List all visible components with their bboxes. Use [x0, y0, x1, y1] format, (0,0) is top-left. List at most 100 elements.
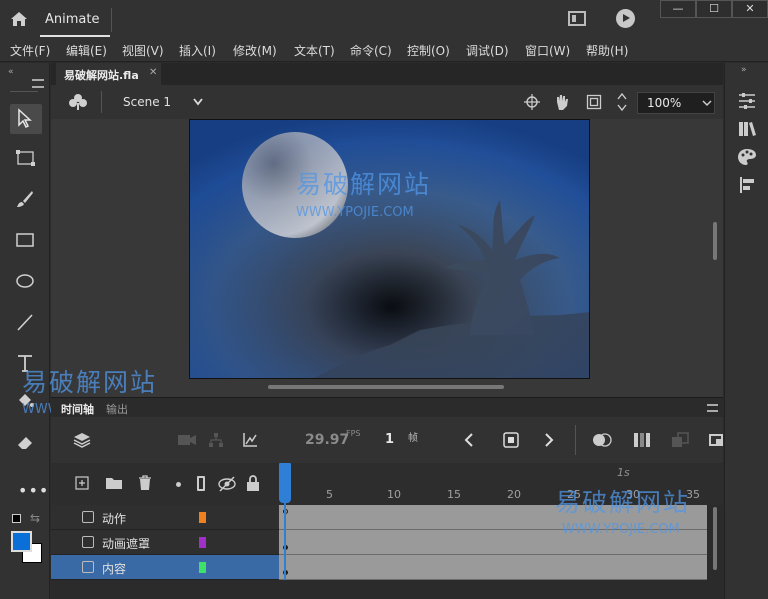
- timeline-vertical-scrollbar[interactable]: [713, 507, 717, 570]
- minimize-button[interactable]: —: [660, 0, 696, 18]
- new-layer-icon[interactable]: [75, 476, 89, 490]
- hand-tool-icon[interactable]: [553, 93, 571, 111]
- layer-parenting-icon[interactable]: [208, 432, 224, 448]
- stage-artwork: [190, 120, 589, 378]
- swap-colors-icon[interactable]: ⇆: [30, 511, 40, 525]
- color-palette-icon[interactable]: [737, 147, 757, 167]
- timeline-menu-icon[interactable]: [707, 404, 718, 412]
- menu-commands[interactable]: 命令(C): [350, 42, 392, 59]
- library-icon[interactable]: [737, 119, 757, 139]
- align-icon[interactable]: [737, 175, 757, 195]
- menu-view[interactable]: 视图(V): [122, 42, 164, 59]
- center-stage-icon[interactable]: [524, 94, 540, 110]
- outline-toggle-icon[interactable]: [197, 476, 205, 491]
- delete-layer-icon[interactable]: [138, 475, 152, 491]
- edit-scene-icon[interactable]: [68, 93, 88, 111]
- free-transform-tool[interactable]: [10, 144, 42, 174]
- insert-keyframe-icon[interactable]: [671, 431, 689, 449]
- edit-multiple-frames-icon[interactable]: [633, 431, 651, 449]
- watermark-text: 易破解网站: [22, 368, 158, 397]
- camera-icon[interactable]: [177, 433, 197, 447]
- brush-tool[interactable]: [10, 185, 42, 215]
- layer-row[interactable]: 动画遮罩: [51, 530, 279, 555]
- eraser-tool[interactable]: [10, 428, 42, 458]
- stage-vertical-scrollbar[interactable]: [713, 222, 717, 260]
- menu-insert[interactable]: 插入(I): [179, 42, 216, 59]
- document-tab[interactable]: 易破解网站.fla ✕: [56, 63, 161, 85]
- zoom-field[interactable]: 100%: [637, 92, 715, 114]
- highlight-layers-icon[interactable]: [176, 482, 181, 487]
- fps-value[interactable]: 29.97: [305, 432, 349, 448]
- clip-content-icon[interactable]: [586, 94, 602, 110]
- stop-icon[interactable]: [502, 431, 520, 449]
- new-folder-icon[interactable]: [105, 476, 123, 490]
- line-tool[interactable]: [10, 308, 42, 338]
- menu-text[interactable]: 文本(T): [294, 42, 335, 59]
- home-icon[interactable]: [9, 9, 29, 29]
- menu-help[interactable]: 帮助(H): [586, 42, 628, 59]
- chevron-down-icon[interactable]: [193, 98, 203, 106]
- workspace-layout-icon[interactable]: [568, 11, 586, 26]
- layer-color-swatch[interactable]: [199, 562, 206, 573]
- insert-frame-icon[interactable]: [709, 433, 723, 447]
- frames-empty: [279, 580, 723, 599]
- stage-header-bar: Scene 1 100%: [51, 85, 723, 119]
- properties-icon[interactable]: [737, 91, 757, 111]
- menu-control[interactable]: 控制(O): [407, 42, 450, 59]
- frame-span[interactable]: [279, 555, 707, 580]
- document-tab-strip: 易破解网站.fla ✕: [51, 63, 723, 85]
- layer-color-swatch[interactable]: [199, 537, 206, 548]
- zoom-dropdown-icon[interactable]: [702, 100, 712, 107]
- rectangle-tool[interactable]: [10, 226, 42, 256]
- menu-modify[interactable]: 修改(M): [233, 42, 277, 59]
- menu-file[interactable]: 文件(F): [10, 42, 50, 59]
- close-document-icon[interactable]: ✕: [149, 67, 157, 78]
- close-window-button[interactable]: ✕: [732, 0, 768, 18]
- selection-tool[interactable]: [10, 104, 42, 134]
- panel-menu-icon[interactable]: [32, 79, 44, 88]
- layer-name[interactable]: 内容: [102, 560, 126, 577]
- right-panel-dock: »: [724, 63, 768, 599]
- watermark-text: 易破解网站: [555, 488, 691, 517]
- oval-tool[interactable]: [10, 267, 42, 297]
- zoom-value: 100%: [647, 96, 682, 110]
- stage-canvas[interactable]: [189, 119, 590, 379]
- menu-edit[interactable]: 编辑(E): [66, 42, 107, 59]
- expand-panel-icon[interactable]: »: [741, 65, 747, 75]
- maximize-button[interactable]: ☐: [696, 0, 732, 18]
- menu-debug[interactable]: 调试(D): [466, 42, 509, 59]
- watermark-url: WWW.YPOJIE.COM: [562, 522, 680, 537]
- timeline-controls-bar: 29.97 FPS 1 帧: [51, 417, 723, 463]
- graph-editor-icon[interactable]: [242, 432, 258, 448]
- stagebar-divider: [101, 91, 102, 113]
- app-title-tab[interactable]: Animate: [45, 12, 99, 27]
- test-movie-play-icon[interactable]: [616, 9, 635, 28]
- more-tools-icon[interactable]: •••: [18, 481, 49, 500]
- layer-row[interactable]: 动作: [51, 505, 279, 530]
- next-frame-icon[interactable]: [543, 432, 555, 448]
- fill-color-swatch[interactable]: [11, 531, 32, 552]
- layer-color-swatch[interactable]: [199, 512, 206, 523]
- layer-name[interactable]: 动作: [102, 510, 126, 527]
- tab-output[interactable]: 输出: [106, 401, 128, 417]
- lock-icon[interactable]: [246, 475, 260, 491]
- layers-icon[interactable]: [73, 431, 91, 449]
- oval-icon: [16, 274, 34, 288]
- stage-horizontal-scrollbar[interactable]: [268, 385, 504, 389]
- menu-window[interactable]: 窗口(W): [525, 42, 570, 59]
- tab-timeline[interactable]: 时间轴: [61, 401, 94, 417]
- onion-skin-icon[interactable]: [592, 432, 612, 448]
- title-separator: [111, 8, 112, 32]
- visibility-toggle-icon[interactable]: [217, 476, 237, 492]
- ruler-tick: 5: [326, 488, 333, 501]
- zoom-stepper-icon[interactable]: [617, 91, 627, 113]
- previous-frame-icon[interactable]: [463, 432, 475, 448]
- default-colors-icon[interactable]: [12, 514, 21, 523]
- layer-name[interactable]: 动画遮罩: [102, 535, 150, 552]
- layer-row-selected[interactable]: 内容: [51, 555, 279, 580]
- ruler-tick: 20: [507, 488, 521, 501]
- scene-selector[interactable]: Scene 1: [123, 95, 171, 109]
- playhead-handle[interactable]: [279, 463, 291, 503]
- current-frame-value[interactable]: 1: [385, 432, 394, 447]
- collapse-panel-icon[interactable]: «: [8, 67, 14, 77]
